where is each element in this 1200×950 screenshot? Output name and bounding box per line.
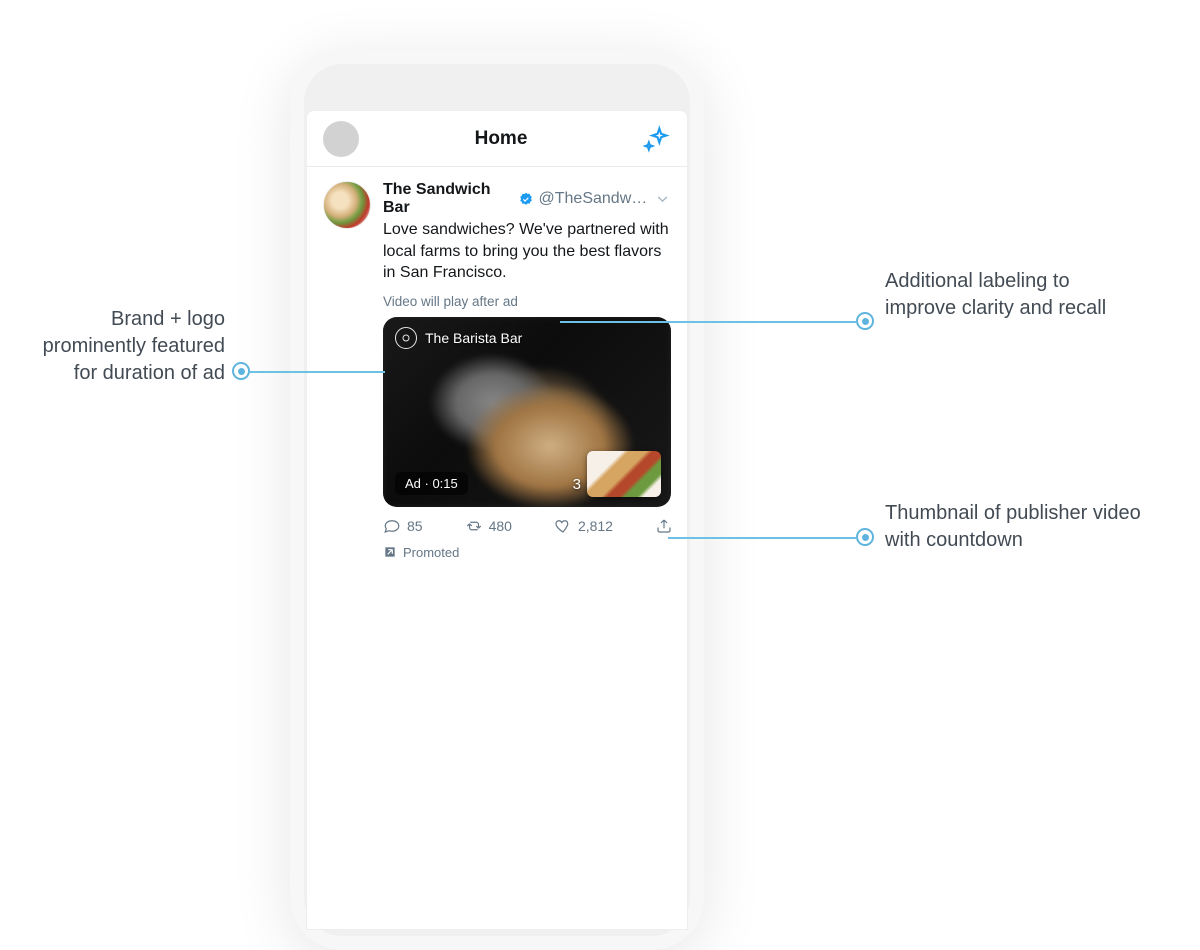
tweet-text: Love sandwiches? We've partnered with lo… <box>383 219 671 284</box>
tweet[interactable]: The Sandwich Bar @TheSandwic... Love san… <box>307 167 687 570</box>
sparkle-icon[interactable] <box>643 125 671 153</box>
callout-dot <box>856 528 874 546</box>
video-card[interactable]: The Barista Bar Ad · 0:15 3 <box>383 317 671 507</box>
retweet-icon <box>465 517 483 535</box>
callout-dot <box>232 362 250 380</box>
ad-duration-pill: Ad · 0:15 <box>395 472 468 495</box>
tweet-profile-pic[interactable] <box>323 181 371 229</box>
callout-line <box>668 537 856 539</box>
app-header: Home <box>307 111 687 167</box>
promoted-label[interactable]: Promoted <box>383 545 671 560</box>
handle[interactable]: @TheSandwic... <box>539 190 650 208</box>
profile-avatar-button[interactable] <box>323 121 359 157</box>
brand-name: The Barista Bar <box>425 330 522 346</box>
callout-line <box>560 321 856 323</box>
heart-icon <box>554 517 572 535</box>
brand-overlay: The Barista Bar <box>395 327 522 349</box>
page-title: Home <box>359 128 643 150</box>
promoted-text: Promoted <box>403 545 459 560</box>
callout-dot <box>856 312 874 330</box>
reply-icon <box>383 517 401 535</box>
callout-thumbnail: Thumbnail of publisher video with countd… <box>885 500 1145 554</box>
callout-brand-logo: Brand + logo prominently featured for du… <box>30 306 225 387</box>
chevron-down-icon[interactable] <box>654 190 671 208</box>
like-button[interactable]: 2,812 <box>554 517 613 535</box>
verified-badge-icon <box>518 191 534 208</box>
tweet-header: The Sandwich Bar @TheSandwic... <box>383 181 671 217</box>
brand-logo-icon <box>395 327 417 349</box>
display-name[interactable]: The Sandwich Bar <box>383 181 514 217</box>
promoted-arrow-icon <box>383 545 397 559</box>
callout-labeling: Additional labeling to improve clarity a… <box>885 268 1135 322</box>
phone-screen: Home The Sandwich Bar @TheSandwic... L <box>306 110 688 930</box>
retweet-count: 480 <box>489 518 512 534</box>
callout-line <box>250 371 385 373</box>
video-notice-label: Video will play after ad <box>383 294 671 309</box>
tweet-body: The Sandwich Bar @TheSandwic... Love san… <box>383 181 671 560</box>
tweet-actions: 85 480 2,812 <box>383 517 671 535</box>
countdown-number: 3 <box>573 476 581 493</box>
phone-frame: Home The Sandwich Bar @TheSandwic... L <box>290 50 704 950</box>
retweet-button[interactable]: 480 <box>465 517 512 535</box>
like-count: 2,812 <box>578 518 613 534</box>
reply-button[interactable]: 85 <box>383 517 423 535</box>
reply-count: 85 <box>407 518 423 534</box>
publisher-video-thumbnail[interactable] <box>587 451 661 497</box>
share-icon <box>655 517 673 535</box>
share-button[interactable] <box>655 517 673 535</box>
